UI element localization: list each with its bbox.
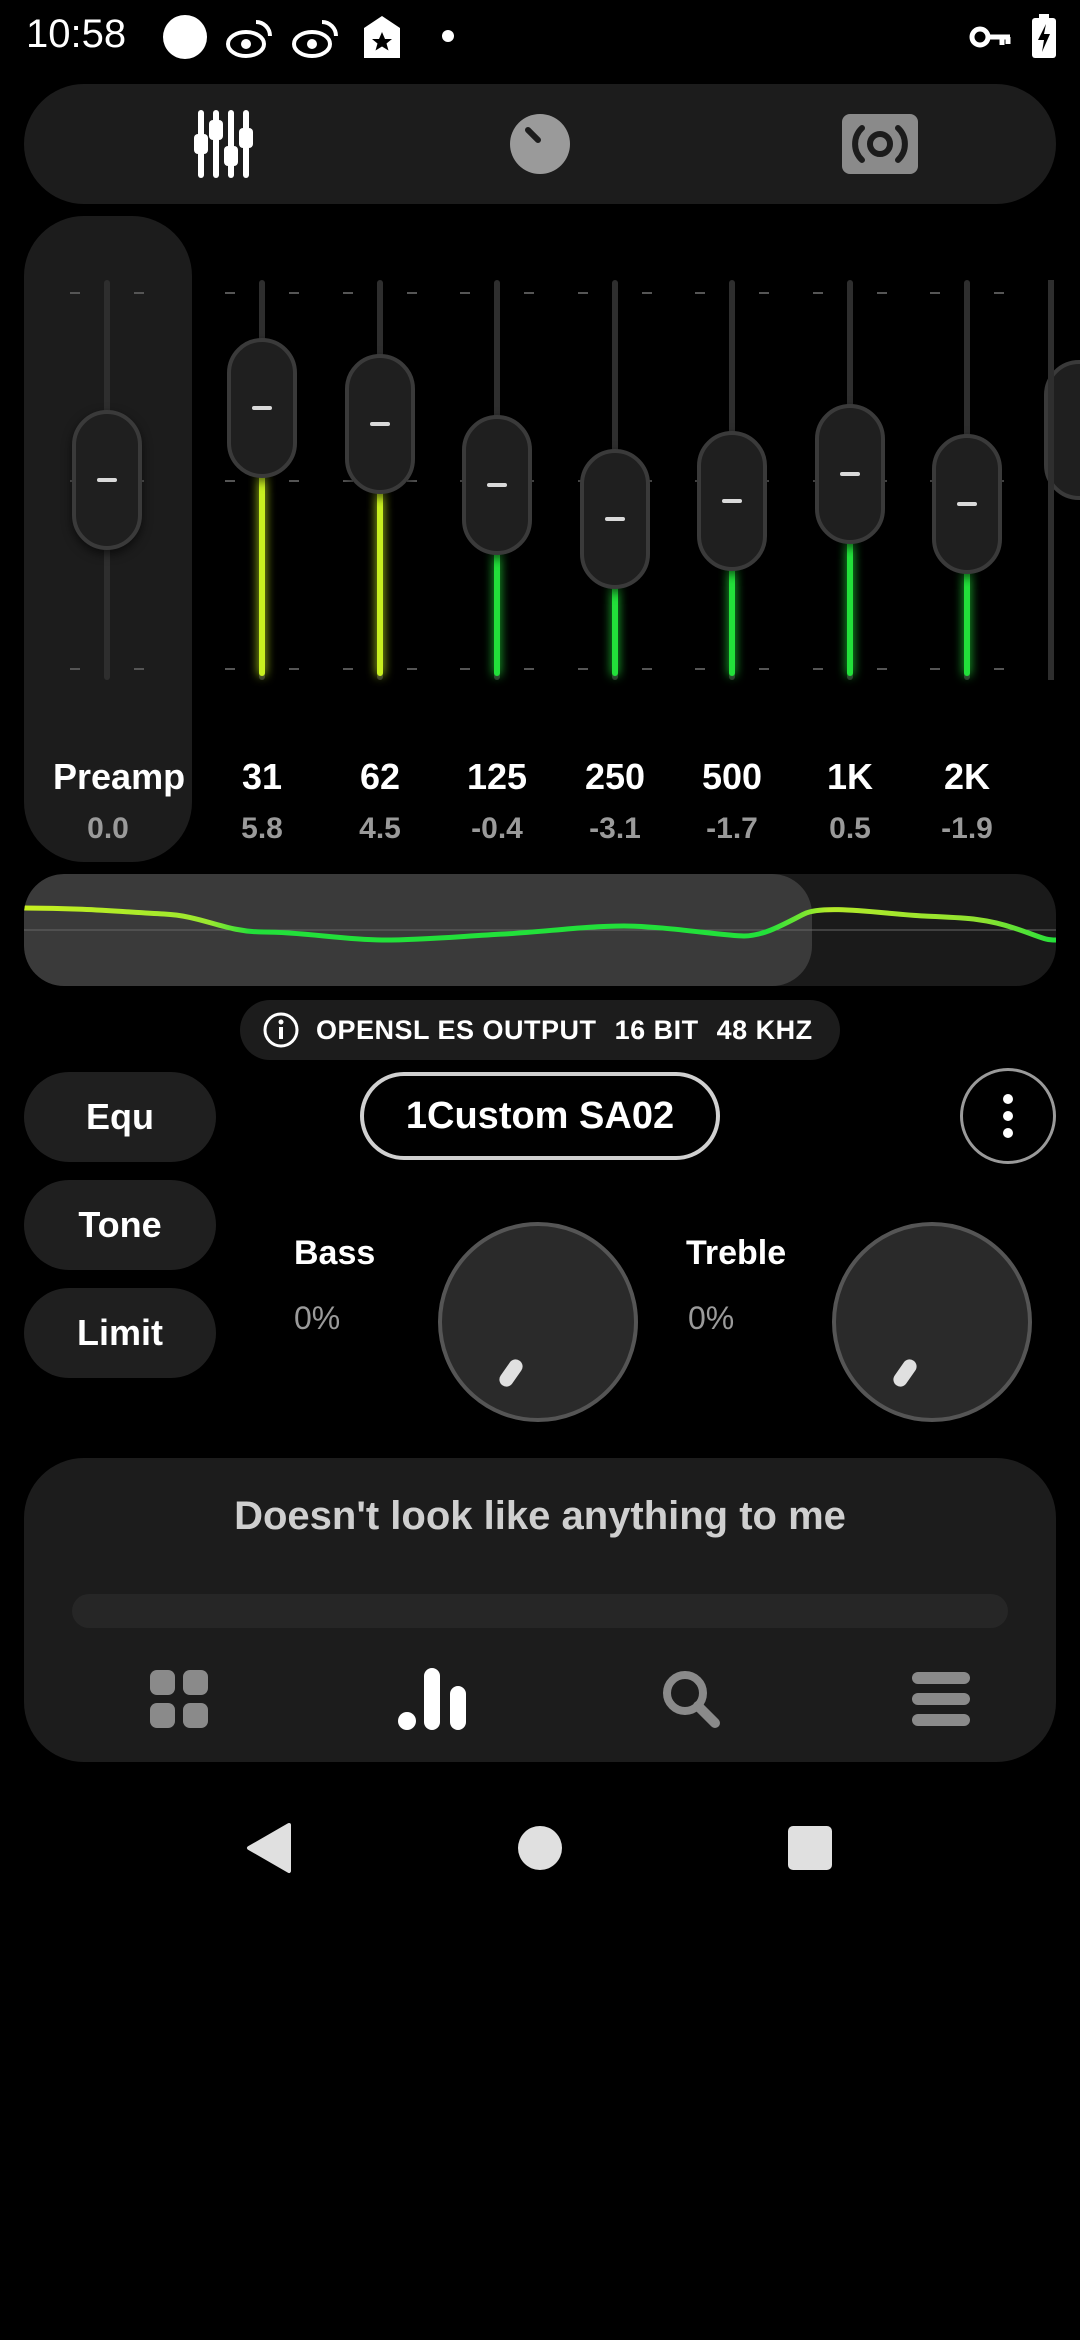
recents-icon (788, 1826, 832, 1870)
band-slider-125[interactable] (452, 280, 542, 680)
output-info-badge[interactable]: OPENSL ES OUTPUT 16 BIT 48 KHZ (240, 1000, 840, 1060)
circle-notification-icon (163, 15, 207, 59)
band-gain-value: 4.5 (359, 812, 401, 845)
surround-speaker-icon (842, 114, 918, 174)
nav-search-button[interactable] (646, 1664, 736, 1734)
preamp-slider[interactable] (62, 280, 152, 680)
band-slider-250[interactable] (570, 280, 660, 680)
equ-button[interactable]: Equ (24, 1072, 216, 1162)
menu-icon (912, 1672, 970, 1726)
band-frequency-label: 2K (943, 756, 991, 797)
slider-knob[interactable] (697, 431, 767, 572)
eq-curve-preview[interactable] (24, 874, 1056, 986)
slider-knob[interactable] (932, 433, 1002, 574)
weibo-icon (226, 20, 272, 58)
band-slider-31[interactable] (217, 280, 307, 680)
band-frequency-label: 31 (241, 756, 283, 797)
band-slider-62[interactable] (335, 280, 425, 680)
more-vert-dot (1003, 1128, 1013, 1138)
home-icon (518, 1826, 562, 1870)
bass-label: Bass (294, 1234, 376, 1272)
band-gain-value: -0.4 (471, 812, 523, 845)
band-frequency-label: 500 (701, 756, 763, 797)
preset-selector[interactable]: 1Custom SA02 (360, 1072, 720, 1160)
more-options-button[interactable] (960, 1068, 1056, 1164)
tab-tone-knob[interactable] (490, 104, 590, 184)
band-gain-value: -1.9 (941, 812, 993, 845)
treble-label: Treble (686, 1234, 787, 1272)
status-time: 10:58 (26, 12, 127, 56)
band-slider-1k[interactable] (805, 280, 895, 680)
output-bits: 16 BIT (614, 1014, 699, 1045)
output-rate: 48 KHZ (716, 1014, 813, 1045)
knob-icon (510, 114, 570, 174)
top-tab-bar (24, 84, 1056, 204)
battery-charging-icon (1032, 14, 1056, 58)
nav-equalizer-button[interactable] (388, 1664, 478, 1734)
weibo-icon (292, 20, 338, 58)
grid-icon (150, 1670, 208, 1728)
band-track-partial (1048, 280, 1054, 680)
song-title[interactable]: Doesn't look like anything to me (24, 1494, 1056, 1539)
band-frequency-label: 125 (466, 756, 528, 797)
dot-icon (442, 30, 454, 42)
treble-dial[interactable] (832, 1222, 1032, 1422)
treble-value: 0% (688, 1300, 735, 1336)
playback-progress-bar[interactable] (72, 1594, 1008, 1628)
system-home-button[interactable] (500, 1808, 580, 1888)
status-bar: 10:58 (0, 0, 1080, 72)
system-back-button[interactable] (228, 1808, 308, 1888)
eq-curve (24, 905, 1056, 943)
bass-dial[interactable] (438, 1222, 638, 1422)
system-recents-button[interactable] (770, 1808, 850, 1888)
band-slider-500[interactable] (687, 280, 777, 680)
limit-button[interactable]: Limit (24, 1288, 216, 1378)
treble-dial-pointer (890, 1356, 920, 1390)
mini-player: Doesn't look like anything to me (24, 1458, 1056, 1762)
band-slider-2k[interactable] (922, 280, 1012, 680)
slider-knob[interactable] (72, 410, 142, 550)
more-vert-icon (1003, 1094, 1013, 1104)
band-gain-value: -1.7 (706, 812, 758, 845)
slider-knob[interactable] (815, 403, 885, 544)
more-vert-dot (1003, 1111, 1013, 1121)
preamp-label: Preamp (53, 756, 186, 797)
slider-knob[interactable] (227, 337, 297, 478)
preamp-value: 0.0 (87, 812, 129, 845)
info-icon (263, 1012, 299, 1048)
bar-chart-icon (398, 1668, 466, 1730)
tab-equalizer[interactable] (174, 104, 274, 184)
band-gain-value: -3.1 (589, 812, 641, 845)
slider-knob[interactable] (462, 415, 532, 555)
band-frequency-label: 62 (359, 756, 401, 797)
vpn-key-icon (969, 26, 1011, 48)
equalizer-sliders-icon (194, 110, 253, 178)
tone-button[interactable]: Tone (24, 1180, 216, 1270)
search-icon (663, 1671, 720, 1728)
band-gain-value: 5.8 (241, 812, 283, 845)
bass-value: 0% (294, 1300, 341, 1336)
bass-dial-pointer (496, 1356, 526, 1390)
nav-queue-button[interactable] (896, 1664, 986, 1734)
slider-knob[interactable] (580, 448, 650, 589)
output-api: OPENSL ES OUTPUT (316, 1014, 597, 1045)
band-frequency-label: 250 (584, 756, 646, 797)
tab-surround[interactable] (830, 104, 930, 184)
app-store-icon (364, 16, 400, 58)
band-gain-value: 0.5 (829, 812, 871, 845)
band-frequency-label: 1K (826, 756, 874, 797)
slider-knob[interactable] (345, 353, 415, 494)
back-icon (247, 1823, 291, 1873)
nav-library-button[interactable] (134, 1664, 224, 1734)
